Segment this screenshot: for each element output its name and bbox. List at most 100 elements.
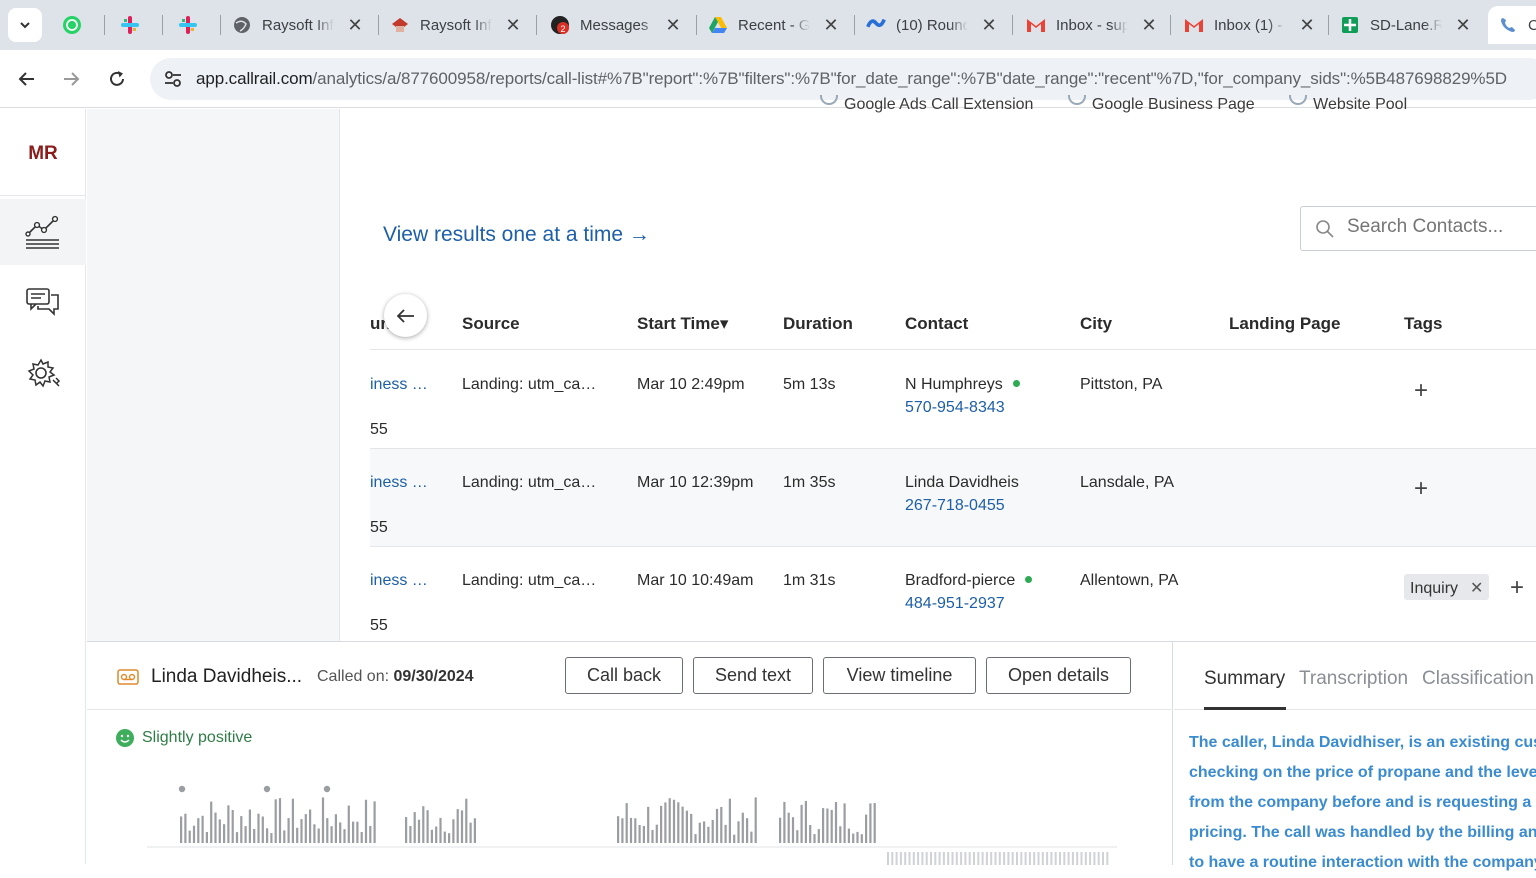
address-bar[interactable]: app.callrail.com/analytics/a/877600958/r… xyxy=(150,58,1536,100)
waveform-bar xyxy=(373,801,376,843)
waveform-bar xyxy=(750,831,753,843)
view-results-one-at-a-time-link[interactable]: View results one at a time → xyxy=(383,223,650,247)
col-header-city[interactable]: City xyxy=(1080,314,1112,334)
waveform-bar xyxy=(865,814,868,843)
waveform-bar xyxy=(435,826,438,843)
remove-tag-icon[interactable]: ✕ xyxy=(1470,580,1483,597)
col-header-tags[interactable]: Tags xyxy=(1404,314,1442,334)
tracking-number-sub: 55 xyxy=(370,617,388,634)
contact-name-cell[interactable]: N Humphreys xyxy=(905,376,1020,394)
waveform-bar xyxy=(343,829,346,843)
send-text-button[interactable]: Send text xyxy=(693,657,813,694)
search-contacts[interactable] xyxy=(1300,206,1536,251)
waveform-bar xyxy=(908,852,911,865)
tab-classification[interactable]: Classification xyxy=(1422,668,1534,690)
site-info-icon[interactable] xyxy=(162,68,184,90)
waveform-bar xyxy=(977,852,980,865)
close-tab-icon[interactable]: ✕ xyxy=(664,16,682,34)
tab-transcription[interactable]: Transcription xyxy=(1299,668,1408,690)
contact-phone-link[interactable]: 570-954-8343 xyxy=(905,399,1005,417)
waveform-bar xyxy=(231,810,234,843)
close-tab-icon[interactable]: ✕ xyxy=(346,16,364,34)
col-header-landing-page[interactable]: Landing Page xyxy=(1229,314,1340,334)
waveform-bar xyxy=(887,852,889,865)
tab-round[interactable]: (10) Round ✕ xyxy=(856,6,1006,44)
waveform-bar xyxy=(783,801,786,843)
tab-inbox-2[interactable]: Inbox (1) - ✕ xyxy=(1174,6,1324,44)
waveform-bar xyxy=(1059,852,1061,865)
forward-button[interactable] xyxy=(56,64,86,94)
close-tab-icon[interactable]: ✕ xyxy=(980,16,998,34)
waveform-bar xyxy=(253,829,256,843)
nav-settings[interactable] xyxy=(0,341,86,407)
waveform-bar xyxy=(856,831,859,843)
settings-icon xyxy=(27,358,61,388)
waveform-bar xyxy=(826,808,829,843)
tab-messages[interactable]: 2 Messages ✕ xyxy=(540,6,690,44)
callrail-icon xyxy=(1498,15,1518,35)
close-tab-icon[interactable]: ✕ xyxy=(822,16,840,34)
contact-phone-link[interactable]: 484-951-2937 xyxy=(905,595,1005,613)
table-row[interactable]: iness … 55 Landing: utm_ca… Mar 10 2:49p… xyxy=(370,351,1536,449)
tab-raysoft-1[interactable]: Raysoft Info ✕ xyxy=(222,6,372,44)
waveform-bar xyxy=(257,813,260,843)
contact-phone-link[interactable]: 267-718-0455 xyxy=(905,497,1005,515)
google-drive-icon xyxy=(708,15,728,35)
waveform-bar xyxy=(291,798,294,843)
contact-name-cell[interactable]: Linda Davidheis xyxy=(905,474,1019,492)
table-row[interactable]: iness … 55 Landing: utm_ca… Mar 10 10:49… xyxy=(370,547,1536,641)
waveform-bar xyxy=(1106,852,1109,865)
add-tag-button[interactable]: + xyxy=(1414,379,1428,403)
reload-icon xyxy=(110,71,124,86)
gmail-icon xyxy=(1184,15,1204,35)
scroll-left-button[interactable] xyxy=(384,294,427,337)
table-row[interactable]: iness … 55 Landing: utm_ca… Mar 10 12:39… xyxy=(370,449,1536,547)
open-details-button[interactable]: Open details xyxy=(986,657,1131,694)
col-header-contact[interactable]: Contact xyxy=(905,314,968,334)
waveform-bar xyxy=(847,828,850,843)
nav-analytics[interactable] xyxy=(0,199,86,265)
tab-search-button[interactable] xyxy=(8,8,42,42)
nav-conversations[interactable] xyxy=(0,269,86,335)
col-header-duration[interactable]: Duration xyxy=(783,314,853,334)
tab-slack-1[interactable] xyxy=(110,6,154,44)
add-tag-button[interactable]: + xyxy=(1414,477,1428,501)
call-audio-waveform[interactable] xyxy=(147,777,1147,865)
start-time-cell: Mar 10 10:49am xyxy=(637,572,754,589)
call-back-button[interactable]: Call back xyxy=(565,657,683,694)
waveform-bar xyxy=(1076,852,1079,865)
tab-raysoft-2[interactable]: Raysoft Info ✕ xyxy=(380,6,530,44)
reload-button[interactable] xyxy=(102,64,132,94)
contact-name-cell[interactable]: Bradford-pierce xyxy=(905,572,1033,590)
tab-inbox-1[interactable]: Inbox - sup ✕ xyxy=(1016,6,1166,44)
close-tab-icon[interactable]: ✕ xyxy=(1454,16,1472,34)
add-tag-button[interactable]: + xyxy=(1510,576,1524,600)
tab-google-drive[interactable]: Recent - Google Drive ✕ xyxy=(698,6,848,44)
waveform-bar xyxy=(1063,852,1066,865)
close-tab-icon[interactable]: ✕ xyxy=(504,16,522,34)
close-tab-icon[interactable]: ✕ xyxy=(1140,16,1158,34)
waveform-bar xyxy=(895,852,898,865)
view-timeline-button[interactable]: View timeline xyxy=(823,657,976,694)
tab-summary[interactable]: Summary xyxy=(1204,668,1285,690)
col-header-source[interactable]: Source xyxy=(462,314,520,334)
back-button[interactable] xyxy=(12,64,42,94)
voicemail-icon xyxy=(117,669,139,685)
tracking-number-cell[interactable]: iness … xyxy=(370,474,428,492)
waveform-bar xyxy=(843,803,846,843)
close-tab-icon[interactable]: ✕ xyxy=(1298,16,1316,34)
tab-sheets[interactable]: SD-Lane.R ✕ xyxy=(1330,6,1480,44)
col-header-start-time[interactable]: Start Time▾ xyxy=(637,314,728,334)
tab-slack-2[interactable] xyxy=(168,6,212,44)
waveform-bar xyxy=(426,810,429,843)
waveform-bar xyxy=(720,807,723,843)
search-input[interactable] xyxy=(1347,216,1536,238)
tab-whatsapp[interactable] xyxy=(52,6,96,44)
new-caller-dot xyxy=(1025,576,1033,583)
waveform-bar xyxy=(278,798,282,843)
tab-callrail-active[interactable]: C xyxy=(1488,6,1536,44)
waveform-bar xyxy=(473,818,476,843)
tracking-number-cell[interactable]: iness … xyxy=(370,376,428,394)
account-initials[interactable]: MR xyxy=(0,143,86,165)
tracking-number-cell[interactable]: iness … xyxy=(370,572,428,590)
